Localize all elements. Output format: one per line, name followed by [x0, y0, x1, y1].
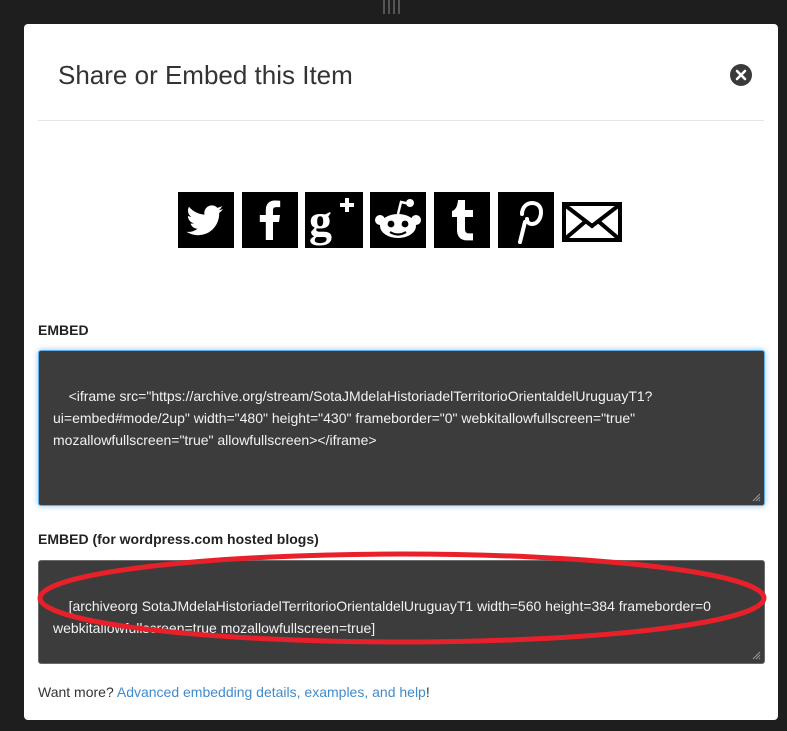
email-share-link[interactable]	[562, 192, 622, 248]
pinterest-share-link[interactable]	[498, 192, 554, 248]
grip-bar	[393, 0, 395, 14]
tumblr-icon	[434, 192, 490, 248]
share-icon-row: g	[174, 192, 634, 248]
pinterest-icon	[498, 192, 554, 248]
embed-code-textarea[interactable]: <iframe src="https://archive.org/stream/…	[38, 350, 765, 506]
resize-handle-icon[interactable]	[751, 492, 761, 502]
modal-header: Share or Embed this Item	[38, 24, 764, 121]
twitter-icon	[178, 192, 234, 248]
footer-prefix: Want more?	[38, 684, 117, 700]
modal-title: Share or Embed this Item	[58, 60, 353, 90]
footer-help-text: Want more? Advanced embedding details, e…	[38, 684, 430, 700]
google-plus-icon: g	[305, 192, 363, 248]
reddit-share-link[interactable]	[370, 192, 426, 248]
backdrop-grip	[383, 0, 407, 14]
grip-bar	[388, 0, 390, 14]
footer-suffix: !	[425, 684, 430, 700]
resize-handle-icon[interactable]	[751, 650, 761, 660]
wordpress-code-text: [archiveorg SotaJMdelaHistoriadelTerrito…	[53, 598, 715, 636]
close-icon	[735, 69, 747, 81]
embed-label: EMBED	[38, 322, 89, 338]
share-embed-modal: Share or Embed this Item g EMBED <iframe…	[24, 24, 778, 720]
reddit-icon	[370, 192, 426, 248]
close-button[interactable]	[730, 64, 752, 86]
google-plus-share-link[interactable]: g	[305, 192, 363, 248]
grip-bar	[398, 0, 400, 14]
svg-text:g: g	[309, 195, 332, 246]
wordpress-code-textarea[interactable]: [archiveorg SotaJMdelaHistoriadelTerrito…	[38, 560, 765, 664]
twitter-share-link[interactable]	[178, 192, 234, 248]
advanced-embedding-link[interactable]: Advanced embedding details, examples, an…	[117, 684, 426, 700]
tumblr-share-link[interactable]	[434, 192, 490, 248]
grip-bar	[383, 0, 385, 14]
email-icon	[562, 202, 622, 242]
wordpress-embed-label: EMBED (for wordpress.com hosted blogs)	[38, 531, 319, 547]
facebook-share-link[interactable]	[242, 192, 298, 248]
facebook-icon	[242, 192, 298, 248]
embed-code-text: <iframe src="https://archive.org/stream/…	[53, 388, 653, 448]
